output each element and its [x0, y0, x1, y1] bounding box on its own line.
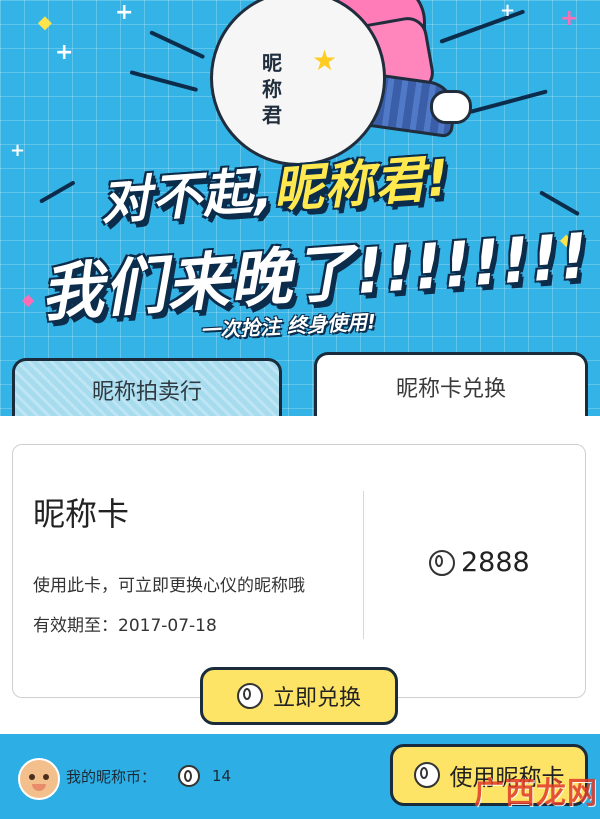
- card-price-value: 2888: [461, 547, 530, 578]
- mascot-label: 昵称君: [262, 51, 282, 127]
- avatar-icon: [18, 758, 60, 800]
- coin-icon: [413, 762, 440, 788]
- coin-icon: [429, 549, 455, 576]
- headline-highlight: 昵称君!: [271, 148, 452, 220]
- card-description: 使用此卡，可立即更换心仪的昵称哦: [33, 576, 305, 596]
- card-divider: [363, 491, 364, 639]
- my-coins-label: 我的昵称币：: [66, 768, 157, 786]
- headline-prefix: 对不起,: [98, 161, 276, 232]
- coin-icon: [178, 765, 200, 787]
- sparkle-icon: +: [10, 140, 26, 161]
- redeem-now-label: 立即兑换: [272, 686, 361, 711]
- coins-icon-wrap: [178, 765, 200, 791]
- promo-banner: + + ◆ + + + ◆ ◆ 昵称君 ★ 对不起,昵称君! 我们来晚了!!!!…: [0, 0, 600, 352]
- redeem-now-button[interactable]: 立即兑换: [200, 667, 398, 725]
- tab-bar: 昵称拍卖行 昵称卡兑换: [12, 352, 588, 418]
- speed-line: [469, 89, 548, 114]
- card-validity: 有效期至：2017-07-18: [33, 616, 217, 636]
- sparkle-icon: +: [55, 40, 74, 65]
- tab-nickname-card-exchange[interactable]: 昵称卡兑换: [314, 352, 588, 418]
- coin-icon: [236, 683, 263, 709]
- nickname-card: 昵称卡 使用此卡，可立即更换心仪的昵称哦 有效期至：2017-07-18 288…: [12, 444, 586, 698]
- sparkle-icon: +: [115, 0, 134, 25]
- watermark: 广西龙网: [474, 776, 598, 811]
- tab-nickname-auction[interactable]: 昵称拍卖行: [12, 358, 282, 418]
- speed-line: [129, 70, 199, 93]
- sparkle-icon: ◆: [38, 12, 52, 33]
- sparkle-icon: ◆: [22, 290, 35, 309]
- mascot-ball: [210, 0, 386, 166]
- card-title: 昵称卡: [33, 495, 130, 533]
- mascot-leg: [430, 90, 472, 124]
- card-price: 2888: [429, 547, 530, 578]
- sparkle-icon: +: [560, 6, 579, 31]
- star-wand-icon: ★: [312, 44, 338, 77]
- sparkle-icon: +: [500, 0, 516, 21]
- my-coins-count: 14: [212, 767, 232, 785]
- speed-line: [39, 180, 76, 204]
